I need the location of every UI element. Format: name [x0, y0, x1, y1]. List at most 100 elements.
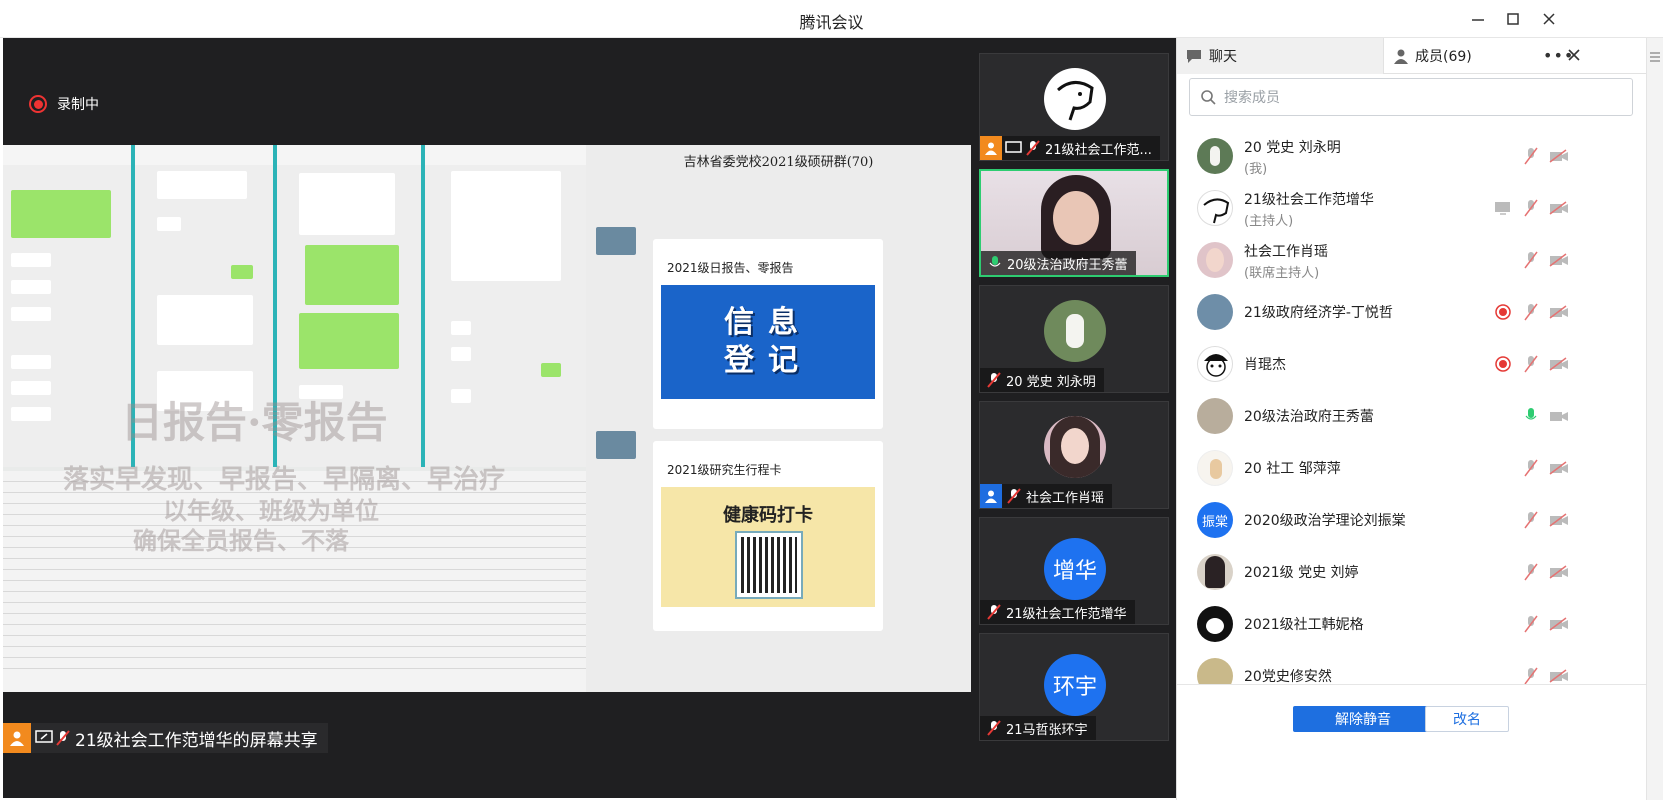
member-row[interactable]: 20 社工 邹萍萍 — [1177, 442, 1647, 494]
person-icon — [985, 142, 997, 155]
message-card: 2021级研究生行程卡 健康码打卡 — [653, 441, 883, 631]
member-camera-button[interactable] — [1549, 249, 1569, 271]
video-tile[interactable]: 环宇 21马哲张环宇 — [979, 633, 1169, 741]
minimize-button[interactable] — [1464, 6, 1492, 32]
member-row[interactable]: 2021级社工韩妮格 — [1177, 598, 1647, 650]
member-name: 20党史修安然 — [1244, 669, 1332, 684]
share-indicator — [980, 136, 1002, 160]
member-row[interactable]: 20 党史 刘永明 (我) — [1177, 130, 1647, 182]
mic-active-icon — [989, 256, 1001, 267]
member-row[interactable]: 肖琨杰 — [1177, 338, 1647, 390]
member-mic-button[interactable] — [1521, 197, 1541, 219]
member-row[interactable]: 21级社会工作范增华 (主持人) — [1177, 182, 1647, 234]
tile-name: 20 党史 刘永明 — [1006, 374, 1096, 390]
member-mic-button[interactable] — [1521, 145, 1541, 167]
dog-sketch-avatar — [1044, 68, 1106, 130]
tab-chat[interactable]: 聊天 — [1177, 38, 1384, 74]
member-row[interactable]: 20级法治政府王秀蕾 — [1177, 390, 1647, 442]
main-stage: 录制中 日报告·零报告 落实早发现、早报告、早隔离、早治疗 以年级、班级为单位 … — [3, 38, 971, 798]
tab-chat-label: 聊天 — [1209, 49, 1237, 65]
phone-screenshot-4 — [425, 145, 587, 467]
video-tile[interactable]: 21级社会工作范... — [979, 53, 1169, 161]
shared-screen[interactable]: 日报告·零报告 落实早发现、早报告、早隔离、早治疗 以年级、班级为单位 确保全员… — [3, 145, 971, 692]
maximize-button[interactable] — [1499, 6, 1527, 32]
hamburger-menu-button[interactable] — [1649, 48, 1661, 67]
member-mic-button[interactable] — [1521, 457, 1541, 479]
member-avatar — [1197, 242, 1233, 278]
tab-members-label: 成员(69) — [1415, 49, 1472, 65]
member-mic-button[interactable] — [1521, 665, 1541, 684]
video-tile[interactable]: 增华 21级社会工作范增华 — [979, 517, 1169, 625]
video-tile[interactable]: 社会工作肖瑶 — [979, 401, 1169, 509]
tile-name: 社会工作肖瑶 — [1026, 490, 1105, 506]
watermark-line: 确保全员报告、不落 — [133, 526, 349, 555]
mic-muted-icon — [987, 604, 1001, 620]
menu-icon — [1650, 52, 1660, 62]
member-mic-button[interactable] — [1521, 613, 1541, 635]
member-name: 2020级政治学理论刘振棠 — [1244, 513, 1406, 529]
search-input[interactable]: 搜索成员 — [1189, 78, 1633, 116]
member-camera-button[interactable] — [1549, 197, 1569, 219]
sheet-row — [3, 559, 586, 570]
phone-header — [135, 145, 273, 165]
member-camera-button[interactable] — [1549, 613, 1569, 635]
card-title: 2021级日报告、零报告 — [667, 261, 794, 275]
tile-name: 20级法治政府王秀蕾 — [1007, 257, 1128, 273]
chat-bubble — [11, 190, 111, 238]
member-row[interactable]: 振棠 2020级政治学理论刘振棠 — [1177, 494, 1647, 546]
member-row[interactable]: 社会工作肖瑶 (联席主持人) — [1177, 234, 1647, 286]
record-icon — [29, 95, 47, 113]
sheet-row — [3, 636, 586, 647]
member-name: 20 党史 刘永明 — [1244, 140, 1341, 156]
member-camera-button[interactable] — [1549, 509, 1569, 531]
video-tile[interactable]: 20 党史 刘永明 — [979, 285, 1169, 393]
member-mic-button[interactable] — [1521, 561, 1541, 583]
member-avatar — [1197, 606, 1233, 642]
record-icon — [1495, 356, 1511, 372]
close-window-button[interactable] — [1535, 6, 1563, 32]
member-camera-button[interactable] — [1549, 405, 1569, 427]
member-row[interactable]: 20党史修安然 — [1177, 650, 1647, 684]
avatar-hair — [1205, 556, 1225, 588]
video-face — [1053, 191, 1099, 245]
text-avatar: 增华 — [1044, 538, 1106, 600]
tab-members[interactable]: 成员(69) — [1385, 38, 1472, 74]
health-code-poster: 健康码打卡 — [661, 487, 875, 607]
panel-footer: 解除静音 改名 — [1177, 684, 1647, 800]
member-mic-button[interactable] — [1521, 249, 1541, 271]
camera-off-icon — [1549, 201, 1568, 215]
sender-avatar — [596, 431, 636, 459]
chat-bubble — [541, 363, 561, 377]
member-camera-button[interactable] — [1549, 561, 1569, 583]
recording-indicator[interactable]: 录制中 — [29, 94, 99, 114]
sheet-row — [3, 614, 586, 625]
member-role: (我) — [1244, 162, 1268, 177]
member-camera-button[interactable] — [1549, 145, 1569, 167]
member-mic-button[interactable] — [1521, 509, 1541, 531]
member-camera-button[interactable] — [1549, 301, 1569, 323]
tile-name-bar: 21级社会工作范... — [980, 136, 1160, 160]
mic-muted-icon — [1524, 199, 1538, 217]
screen-share-icon — [1495, 202, 1510, 215]
message-card: 2021级日报告、零报告 信息 登记 — [653, 239, 883, 429]
rename-button[interactable]: 改名 — [1425, 706, 1509, 732]
member-mic-button[interactable] — [1521, 301, 1541, 323]
member-text-avatar: 振棠 — [1197, 502, 1233, 538]
chat-bubble — [299, 173, 395, 235]
member-mic-button[interactable] — [1521, 353, 1541, 375]
mic-muted-icon — [1524, 615, 1538, 633]
close-icon — [1543, 13, 1555, 25]
share-indicator — [3, 723, 31, 753]
mic-muted-icon — [1524, 667, 1538, 684]
sheet-row — [3, 658, 586, 669]
close-panel-button[interactable] — [1566, 47, 1582, 67]
unmute-button[interactable]: 解除静音 — [1293, 706, 1433, 732]
video-tile-active-speaker[interactable]: 20级法治政府王秀蕾 — [979, 169, 1169, 277]
avatar-figure — [1066, 314, 1084, 348]
member-camera-button[interactable] — [1549, 457, 1569, 479]
member-camera-button[interactable] — [1549, 353, 1569, 375]
member-camera-button[interactable] — [1549, 665, 1569, 684]
member-row[interactable]: 21级政府经济学-丁悦哲 — [1177, 286, 1647, 338]
member-mic-button[interactable] — [1521, 405, 1541, 427]
member-row[interactable]: 2021级 党史 刘婷 — [1177, 546, 1647, 598]
